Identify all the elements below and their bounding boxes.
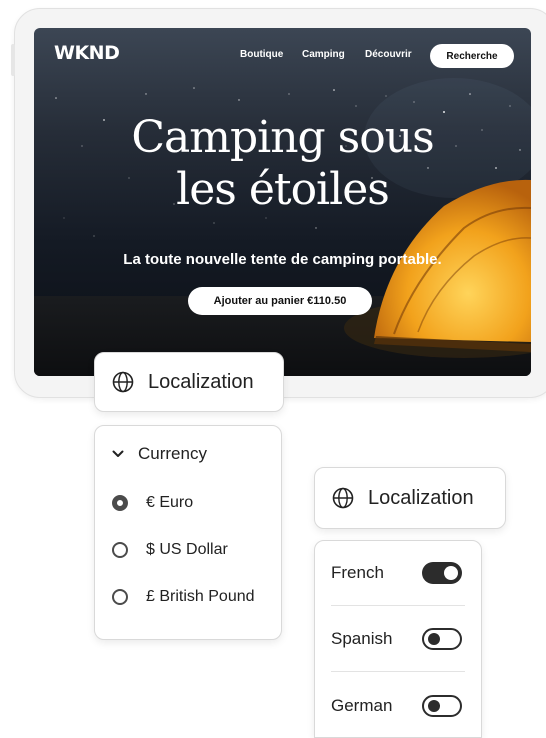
- hero-title-line-2: les étoiles: [176, 164, 390, 215]
- language-label-spanish: Spanish: [331, 629, 393, 648]
- toggle-spanish[interactable]: [422, 628, 462, 650]
- toggle-knob: [428, 700, 440, 712]
- currency-option-label: £ British Pound: [146, 588, 255, 605]
- currency-option-euro[interactable]: € Euro: [112, 494, 193, 512]
- localization-header-card[interactable]: Localization: [94, 352, 284, 412]
- globe-icon: [112, 371, 134, 393]
- radio-button[interactable]: [112, 542, 128, 558]
- hero-title-line-1: Camping sous: [131, 112, 434, 163]
- add-to-cart-button[interactable]: Ajouter au panier €110.50: [188, 287, 372, 315]
- nav-link-camping[interactable]: Camping: [302, 49, 345, 60]
- site-header: WKND Boutique Camping Découvrir Recherch…: [34, 28, 531, 84]
- language-label-german: German: [331, 696, 393, 715]
- wknd-logo[interactable]: WKND: [54, 42, 120, 64]
- currency-option-british-pound[interactable]: £ British Pound: [112, 588, 255, 606]
- nav-link-boutique[interactable]: Boutique: [240, 49, 283, 60]
- toggle-french[interactable]: [422, 562, 462, 584]
- hero-subtitle: La toute nouvelle tente de camping porta…: [123, 251, 442, 268]
- languages-panel: French Spanish German: [314, 540, 482, 738]
- language-label-french: French: [331, 563, 384, 582]
- currency-option-label: € Euro: [146, 494, 194, 511]
- radio-button[interactable]: [112, 589, 128, 605]
- localization-title: Localization: [148, 370, 254, 393]
- tablet-side-button: [11, 44, 15, 76]
- divider: [331, 605, 465, 606]
- currency-header[interactable]: Currency: [112, 444, 207, 464]
- website-preview: WKND Boutique Camping Découvrir Recherch…: [34, 28, 531, 376]
- toggle-knob: [444, 566, 458, 580]
- nav-link-decouvrir[interactable]: Découvrir: [365, 49, 412, 60]
- localization-title: Localization: [368, 486, 474, 509]
- currency-option-label: $ US Dollar: [146, 541, 228, 558]
- currency-panel: Currency € Euro $ US Dollar £ British Po…: [94, 425, 282, 640]
- divider: [331, 671, 465, 672]
- radio-button-selected[interactable]: [112, 495, 128, 511]
- currency-header-label: Currency: [138, 444, 207, 463]
- toggle-german[interactable]: [422, 695, 462, 717]
- currency-option-us-dollar[interactable]: $ US Dollar: [112, 541, 228, 559]
- search-button[interactable]: Recherche: [430, 44, 514, 68]
- hero-title: Camping sous les étoiles: [34, 112, 531, 216]
- chevron-down-icon: [112, 450, 124, 457]
- globe-icon: [332, 487, 354, 509]
- toggle-knob: [428, 633, 440, 645]
- localization-header-card-2[interactable]: Localization: [314, 467, 506, 529]
